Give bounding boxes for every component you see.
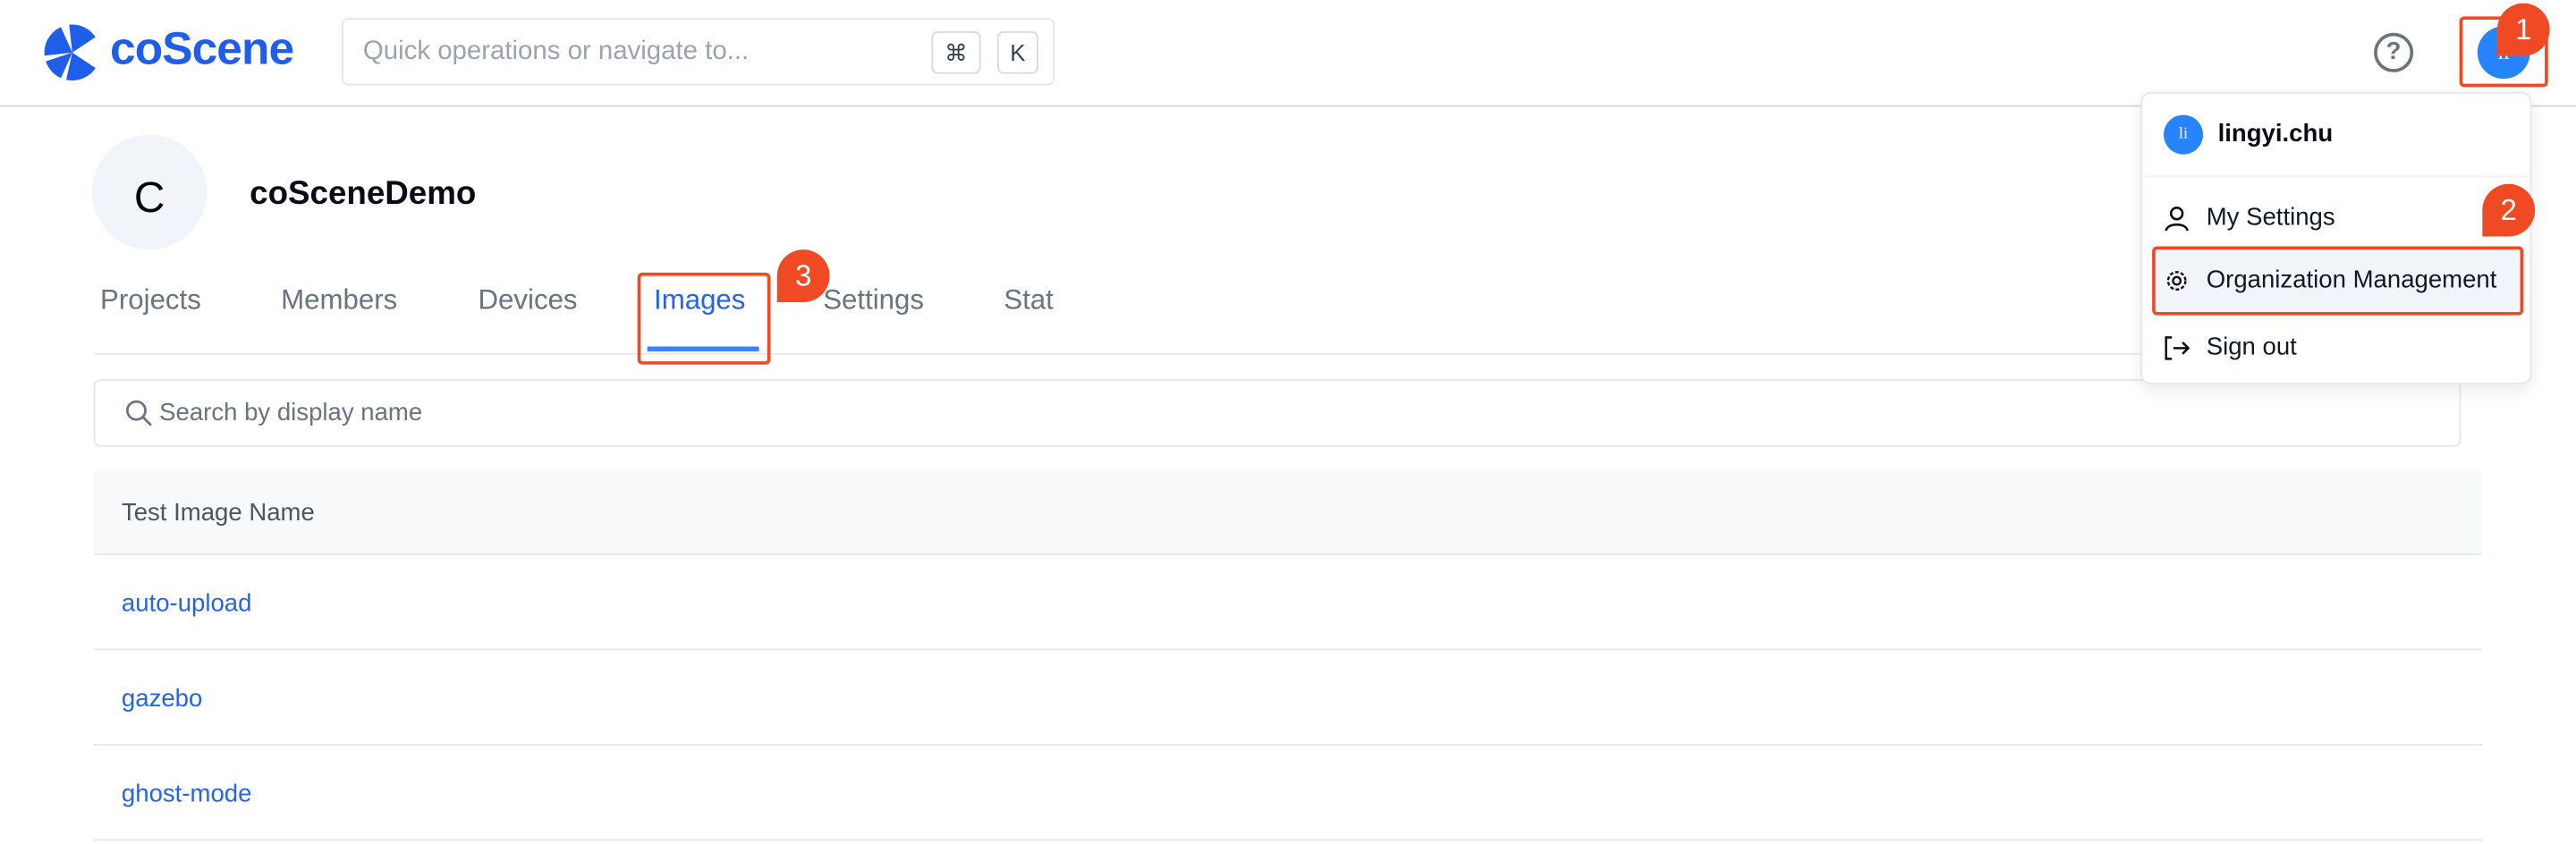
column-header-name: Test Image Name bbox=[121, 499, 315, 528]
cmd-key: ⌘ bbox=[931, 30, 981, 74]
tab-members[interactable]: Members bbox=[281, 284, 397, 317]
menu-item-organization-management[interactable]: Organization Management bbox=[2152, 246, 2524, 316]
table-header: Test Image Name bbox=[93, 471, 2483, 555]
tab-stat[interactable]: Stat bbox=[1004, 284, 1054, 317]
search-input[interactable]: Search by display name bbox=[93, 379, 2462, 447]
table-row: ghost-mode bbox=[93, 746, 2483, 841]
menu-item-label: Organization Management bbox=[2206, 266, 2497, 294]
coscene-logo-icon[interactable] bbox=[42, 22, 102, 82]
tab-settings[interactable]: Settings bbox=[823, 284, 924, 317]
quick-search-input[interactable]: Quick operations or navigate to... ⌘ K bbox=[342, 18, 1055, 86]
search-icon bbox=[125, 400, 152, 426]
menu-item-label: My Settings bbox=[2206, 203, 2335, 232]
k-key: K bbox=[996, 30, 1038, 74]
annotation-badge-1: 1 bbox=[2496, 3, 2550, 56]
image-link[interactable]: gazebo bbox=[122, 685, 202, 713]
sign-out-icon bbox=[2165, 336, 2190, 360]
search-placeholder: Search by display name bbox=[159, 399, 423, 427]
menu-user-avatar: li bbox=[2163, 114, 2204, 155]
annotation-badge-2: 2 bbox=[2482, 183, 2536, 237]
question-circle-icon[interactable]: ? bbox=[2374, 32, 2414, 72]
org-name: coSceneDemo bbox=[250, 175, 477, 212]
menu-username: lingyi.chu bbox=[2217, 120, 2334, 148]
tab-divider bbox=[93, 352, 2483, 355]
image-link[interactable]: auto-upload bbox=[122, 589, 252, 617]
quick-search-placeholder: Quick operations or navigate to... bbox=[362, 38, 750, 66]
tab-projects[interactable]: Projects bbox=[100, 284, 201, 317]
image-link[interactable]: ghost-mode bbox=[122, 780, 252, 807]
user-icon bbox=[2165, 207, 2189, 232]
gear-icon bbox=[2166, 271, 2187, 291]
table-row: auto-upload bbox=[93, 555, 2483, 651]
tab-devices[interactable]: Devices bbox=[478, 284, 577, 317]
menu-item-sign-out[interactable]: Sign out bbox=[2152, 316, 2523, 379]
table-row: gazebo bbox=[93, 650, 2483, 746]
annotation-badge-3: 3 bbox=[776, 249, 830, 302]
menu-item-my-settings[interactable]: My Settings bbox=[2152, 187, 2523, 249]
menu-item-label: Sign out bbox=[2206, 333, 2297, 362]
logo-text[interactable]: coScene bbox=[110, 23, 294, 76]
menu-divider bbox=[2142, 175, 2530, 178]
annotation-box-3 bbox=[637, 272, 771, 365]
user-dropdown-menu: li lingyi.chu My Settings Organization M… bbox=[2140, 91, 2532, 384]
org-avatar: C bbox=[91, 134, 208, 250]
